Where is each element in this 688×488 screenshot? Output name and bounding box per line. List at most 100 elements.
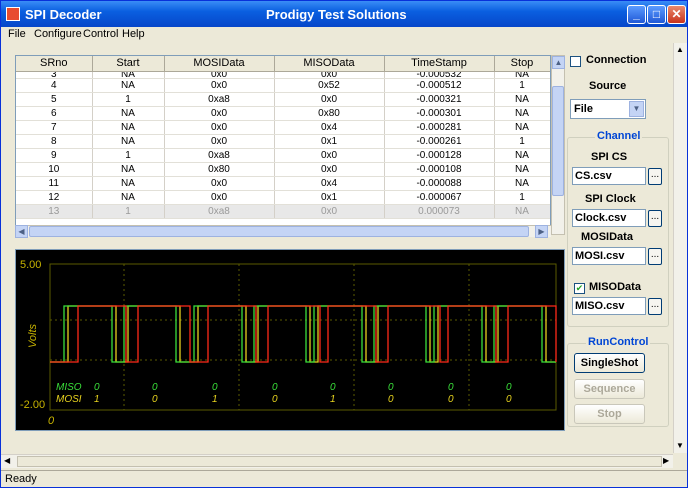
stop-button[interactable]: Stop — [574, 404, 645, 424]
cell-mosi: 0xa8 — [164, 148, 275, 163]
cell-stop: 1 — [494, 190, 550, 205]
data-grid[interactable]: SRno Start MOSIData MISOData TimeStamp S… — [15, 55, 551, 235]
miso-bit: 0 — [212, 382, 218, 393]
col-srno[interactable]: SRno — [16, 56, 93, 72]
mosi-bit: 1 — [330, 394, 336, 405]
window-scroll-up-icon[interactable]: ▲ — [676, 45, 684, 54]
cell-start: NA — [92, 190, 165, 205]
cell-miso: 0x0 — [274, 71, 385, 79]
cell-stop: NA — [494, 106, 550, 121]
y-min-label: -2.00 — [20, 399, 45, 411]
y-max-label: 5.00 — [20, 259, 41, 271]
miso-field[interactable]: MISO.csv — [572, 297, 646, 315]
col-mosidata[interactable]: MOSIData — [164, 56, 275, 72]
menu-control[interactable]: Control — [83, 28, 118, 40]
mosi-bit: 1 — [212, 394, 218, 405]
source-label: Source — [589, 80, 627, 92]
maximize-icon[interactable]: □ — [647, 5, 666, 24]
cell-srno: 3 — [16, 71, 93, 79]
window-horizontal-scrollbar[interactable]: ◀ ▶ — [1, 454, 673, 468]
mosi-field[interactable]: MOSI.csv — [572, 247, 646, 265]
cell-mosi: 0xa8 — [164, 92, 275, 107]
title-bar[interactable]: SPI Decoder Prodigy Test Solutions _ □ ✕ — [1, 1, 687, 27]
cell-srno: 7 — [16, 120, 93, 135]
table-row[interactable]: 10 NA 0x80 0x0 -0.000108 NA — [16, 162, 550, 177]
table-row[interactable]: 5 1 0xa8 0x0 -0.000321 NA — [16, 92, 550, 107]
menu-configure[interactable]: Configure — [34, 28, 82, 40]
window-hscroll-thumb[interactable] — [17, 456, 662, 467]
table-row[interactable]: 11 NA 0x0 0x4 -0.000088 NA — [16, 176, 550, 191]
cell-miso: 0x1 — [274, 134, 385, 149]
singleshot-button[interactable]: SingleShot — [574, 353, 645, 373]
app-icon — [6, 7, 20, 21]
cell-srno: 8 — [16, 134, 93, 149]
col-start[interactable]: Start — [92, 56, 165, 72]
waveform-svg: 5.00 -2.00 0 Volts MISO MOSI 01000100010… — [20, 259, 557, 427]
miso-checkbox[interactable]: ✔ — [574, 283, 585, 294]
connection-checkbox[interactable] — [570, 56, 581, 67]
cell-timestamp: -0.000301 — [384, 106, 495, 121]
channel-title: Channel — [595, 130, 643, 142]
browse-clock-button[interactable]: ... — [648, 210, 662, 227]
cell-stop: NA — [494, 120, 550, 135]
miso-bit: 0 — [448, 382, 454, 393]
window-scroll-down-icon[interactable]: ▼ — [676, 441, 684, 450]
cell-mosi: 0x0 — [164, 71, 275, 79]
col-stop[interactable]: Stop — [494, 56, 550, 72]
mosi-bit: 0 — [506, 394, 512, 405]
chevron-down-icon[interactable]: ▼ — [629, 101, 644, 117]
table-row[interactable]: 4 NA 0x0 0x52 -0.000512 1 — [16, 78, 550, 93]
scroll-right-icon[interactable]: ▶ — [535, 225, 548, 238]
browse-cs-button[interactable]: ... — [648, 168, 662, 185]
mosi-trace-label: MOSI — [56, 394, 82, 405]
scroll-left-icon[interactable]: ◀ — [15, 225, 28, 238]
miso-bit: 0 — [152, 382, 158, 393]
cell-stop: NA — [494, 92, 550, 107]
cell-mosi: 0x80 — [164, 162, 275, 177]
runcontrol-title: RunControl — [586, 336, 651, 348]
hscroll-thumb[interactable] — [29, 226, 529, 237]
cell-mosi: 0x0 — [164, 78, 275, 93]
col-misodata[interactable]: MISOData — [274, 56, 385, 72]
cell-srno: 13 — [16, 204, 93, 219]
mosi-label: MOSIData — [581, 231, 633, 243]
company-title: Prodigy Test Solutions — [266, 7, 407, 22]
close-icon[interactable]: ✕ — [667, 5, 686, 24]
table-row[interactable]: 13 1 0xa8 0x0 0.000073 NA — [16, 204, 550, 219]
col-timestamp[interactable]: TimeStamp — [384, 56, 495, 72]
minimize-icon[interactable]: _ — [627, 5, 646, 24]
window-scroll-left-icon[interactable]: ◀ — [4, 456, 10, 465]
table-row[interactable]: 12 NA 0x0 0x1 -0.000067 1 — [16, 190, 550, 205]
table-row[interactable]: 8 NA 0x0 0x1 -0.000261 1 — [16, 134, 550, 149]
mosi-bit: 0 — [448, 394, 454, 405]
table-row[interactable]: 3 NA 0x0 0x0 -0.000532 NA — [16, 71, 550, 79]
cell-timestamp: -0.000261 — [384, 134, 495, 149]
window-scroll-right-icon[interactable]: ▶ — [663, 456, 669, 465]
window-vertical-scrollbar[interactable]: ▲ ▼ — [673, 43, 687, 453]
browse-mosi-button[interactable]: ... — [648, 248, 662, 265]
cell-srno: 6 — [16, 106, 93, 121]
menu-file[interactable]: File — [8, 28, 26, 40]
spi-clock-field[interactable]: Clock.csv — [572, 209, 646, 227]
spi-cs-field[interactable]: CS.csv — [572, 167, 646, 185]
cell-miso: 0x80 — [274, 106, 385, 121]
miso-trace-label: MISO — [56, 382, 82, 393]
browse-miso-button[interactable]: ... — [648, 298, 662, 315]
cell-timestamp: -0.000088 — [384, 176, 495, 191]
grid-vertical-scrollbar[interactable]: ▲ — [551, 55, 565, 235]
table-row[interactable]: 9 1 0xa8 0x0 -0.000128 NA — [16, 148, 550, 163]
y-axis-label: Volts — [27, 323, 39, 348]
menu-help[interactable]: Help — [122, 28, 145, 40]
cell-start: NA — [92, 106, 165, 121]
scroll-up-icon[interactable]: ▲ — [552, 56, 565, 69]
source-select[interactable]: File ▼ — [570, 99, 646, 119]
cell-srno: 5 — [16, 92, 93, 107]
cell-mosi: 0x0 — [164, 190, 275, 205]
table-row[interactable]: 6 NA 0x0 0x80 -0.000301 NA — [16, 106, 550, 121]
cell-miso: 0x4 — [274, 120, 385, 135]
miso-bit: 0 — [506, 382, 512, 393]
sequence-button[interactable]: Sequence — [574, 379, 645, 399]
scroll-thumb[interactable] — [552, 86, 564, 196]
table-row[interactable]: 7 NA 0x0 0x4 -0.000281 NA — [16, 120, 550, 135]
grid-horizontal-scrollbar[interactable]: ◀ ▶ — [15, 225, 551, 238]
